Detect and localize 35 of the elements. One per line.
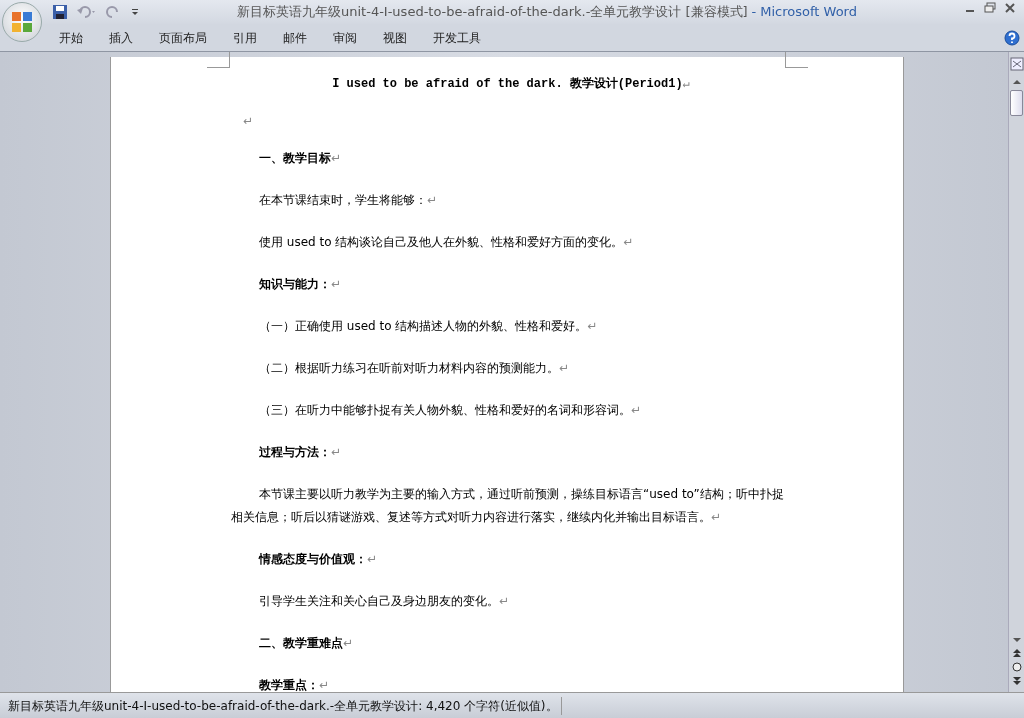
paragraph: （二）根据听力练习在听前对听力材料内容的预测能力。↵ <box>259 360 571 377</box>
office-logo-icon[interactable] <box>10 10 34 34</box>
close-icon[interactable] <box>1004 2 1016 14</box>
paragraph: 二、教学重难点↵ <box>259 635 355 652</box>
paragraph: 教学重点：↵ <box>259 677 331 692</box>
save-icon[interactable] <box>52 4 68 20</box>
browse-object-icon[interactable] <box>1009 660 1024 674</box>
paragraph: 情感态度与价值观：↵ <box>259 551 379 568</box>
ribbon-tab[interactable]: 页面布局 <box>146 28 220 47</box>
paragraph: 引导学生关注和关心自己及身边朋友的变化。↵ <box>259 593 511 610</box>
paragraph-mark: ↵ <box>243 113 255 130</box>
paragraph: I used to be afraid of the dark. 教学设计(Period1)↵ <box>331 76 691 93</box>
office-button[interactable] <box>2 2 42 42</box>
paragraph: 一、教学目标↵ <box>259 150 343 167</box>
ribbon-tab[interactable]: 视图 <box>370 28 420 47</box>
ribbon-tab[interactable]: 审阅 <box>320 28 370 47</box>
paragraph: （三）在听力中能够扑捉有关人物外貌、性格和爱好的名词和形容词。↵ <box>259 402 643 419</box>
help-icon[interactable] <box>1004 29 1020 46</box>
status-text: 新目标英语九年级unit-4-I-used-to-be-afraid-of-the-dark.-全单元教学设计: 4,420 个字符(近似值)。 <box>0 696 562 715</box>
ribbon-tab[interactable]: 开始 <box>46 28 96 47</box>
paragraph: （一）正确使用 used to 结构描述人物的外貌、性格和爱好。↵ <box>259 318 599 335</box>
paragraph: 在本节课结束时，学生将能够：↵ <box>259 192 439 209</box>
paragraph: 知识与能力：↵ <box>259 276 343 293</box>
ribbon-tab[interactable]: 引用 <box>220 28 270 47</box>
paragraph: 过程与方法：↵ <box>259 444 343 461</box>
ribbon-tab[interactable]: 开发工具 <box>420 28 494 47</box>
window-title: 新目标英语九年级unit-4-I-used-to-be-afraid-of-the-dark.-全单元教学设计 [兼容模式] <box>237 4 748 20</box>
paragraph: 使用 used to 结构谈论自己及他人在外貌、性格和爱好方面的变化。↵ <box>259 234 635 251</box>
ribbon-tab[interactable]: 邮件 <box>270 28 320 47</box>
restore-icon[interactable] <box>984 2 996 14</box>
scrollbar-thumb[interactable] <box>1010 90 1023 116</box>
ruler-toggle-icon[interactable] <box>1009 56 1024 72</box>
ribbon-tab[interactable]: 插入 <box>96 28 146 47</box>
paragraph: 本节课主要以听力教学为主要的输入方式，通过听前预测，操练目标语言“used to”结构；听中扑捉相关信息；听后以猜谜游戏、复述等方式对听力内容进行落实，继续内化并输出目标语言。↵ <box>231 486 785 526</box>
app-name: - Microsoft Word <box>751 4 857 20</box>
